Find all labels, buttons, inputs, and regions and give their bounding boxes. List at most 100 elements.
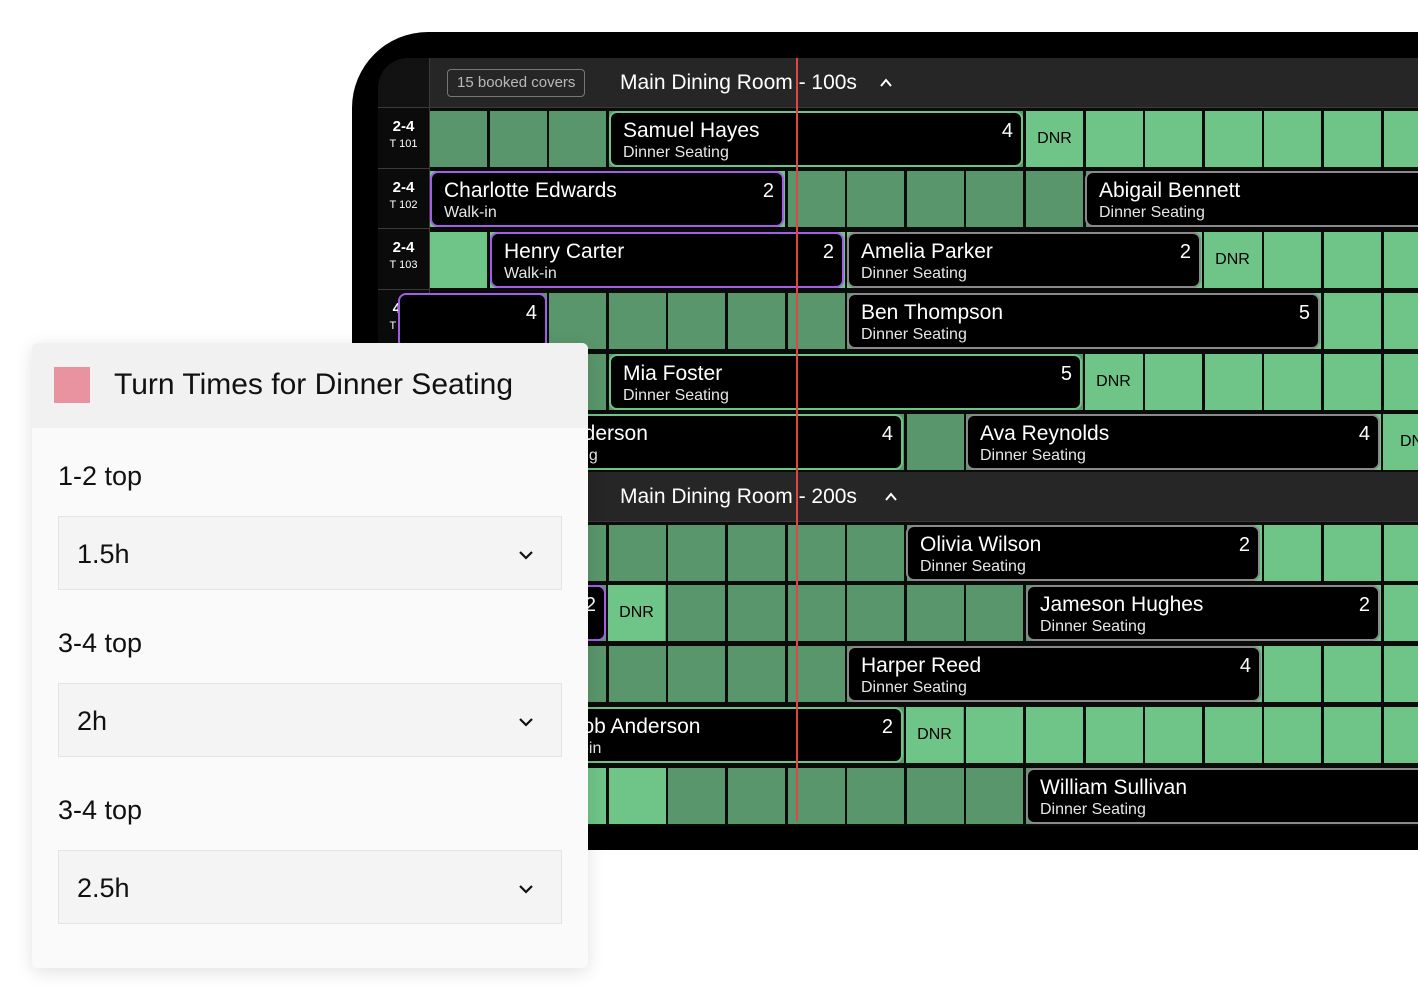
reservation-block[interactable]: Charlotte Edwards Walk-in 2: [430, 171, 784, 228]
time-slot-cell[interactable]: [1264, 353, 1322, 410]
time-slot-cell[interactable]: [1264, 232, 1322, 289]
reservation-block[interactable]: 4: [398, 292, 547, 349]
time-slot-cell[interactable]: [1383, 232, 1418, 289]
time-slot-cell[interactable]: [668, 585, 726, 642]
time-slot-cell[interactable]: [847, 767, 905, 824]
time-slot-cell[interactable]: [1145, 110, 1203, 167]
reservation-block[interactable]: Amelia Parker Dinner Seating 2: [847, 232, 1201, 289]
chevron-down-icon: [519, 718, 533, 727]
time-slot-cell[interactable]: [1204, 706, 1262, 763]
time-slot-cell[interactable]: [608, 646, 666, 703]
time-slot-cell[interactable]: [608, 767, 666, 824]
time-slot-cell[interactable]: [1264, 524, 1322, 581]
time-slot-cell[interactable]: [1383, 524, 1418, 581]
time-slot-cell[interactable]: [668, 767, 726, 824]
time-slot-cell[interactable]: [1383, 646, 1418, 703]
reservation-type: Dinner Seating: [861, 265, 967, 283]
table-size: 2-4: [392, 118, 415, 135]
reservation-block[interactable]: cob Andersonlk-in2: [558, 706, 903, 763]
time-slot-cell[interactable]: [608, 292, 666, 349]
time-slot-cell[interactable]: [1026, 171, 1083, 228]
time-slot-cell[interactable]: [549, 110, 607, 167]
time-slot-cell[interactable]: [1383, 292, 1418, 349]
turn-time-select-1-2-top[interactable]: 1.5h: [58, 516, 562, 590]
reservation-block[interactable]: Harper Reed Dinner Seating 4: [847, 646, 1261, 703]
time-slot-cell[interactable]: [906, 414, 964, 471]
time-slot-cell[interactable]: [1324, 292, 1381, 349]
time-slot-cell[interactable]: [1085, 110, 1143, 167]
dnr-marker[interactable]: DNR: [906, 706, 963, 763]
time-slot-cell[interactable]: [1324, 110, 1381, 167]
turn-time-select-3-4-top-second[interactable]: 2.5h: [58, 850, 562, 924]
time-slot-cell[interactable]: [966, 171, 1024, 228]
time-slot-cell[interactable]: [668, 524, 726, 581]
time-slot-cell[interactable]: [728, 524, 785, 581]
reservation-type: Walk-in: [444, 204, 497, 222]
time-slot-cell[interactable]: [1145, 353, 1203, 410]
time-slot-cell[interactable]: [1204, 110, 1262, 167]
select-value: 2.5h: [77, 873, 130, 903]
time-slot-cell[interactable]: [906, 585, 964, 642]
reservation-block[interactable]: Ava Reynolds Dinner Seating 4: [966, 414, 1380, 471]
time-slot-cell[interactable]: [1383, 353, 1418, 410]
time-slot-cell[interactable]: [549, 292, 607, 349]
section-header-100s[interactable]: 15 booked covers Main Dining Room - 100s: [430, 58, 1418, 108]
time-slot-cell[interactable]: [847, 585, 905, 642]
time-slot-cell[interactable]: [728, 646, 785, 703]
time-slot-cell[interactable]: [489, 110, 547, 167]
reservation-block[interactable]: Abigail Bennett Dinner Seating: [1085, 171, 1418, 228]
time-slot-cell[interactable]: [1324, 232, 1381, 289]
reservation-block[interactable]: ndersonting4: [558, 414, 903, 471]
time-slot-cell[interactable]: [1383, 706, 1418, 763]
time-slot-cell[interactable]: [906, 767, 964, 824]
time-slot-cell[interactable]: [1204, 353, 1262, 410]
turn-times-panel: Turn Times for Dinner Seating 1-2 top 1.…: [32, 343, 588, 968]
reservation-block[interactable]: Henry Carter Walk-in 2: [490, 232, 844, 289]
reservation-block[interactable]: Samuel Hayes Dinner Seating 4: [609, 110, 1023, 167]
reservation-block[interactable]: Jameson Hughes Dinner Seating 2: [1026, 585, 1380, 642]
time-slot-cell[interactable]: [728, 767, 785, 824]
time-slot-cell[interactable]: [1145, 706, 1203, 763]
panel-header: Turn Times for Dinner Seating: [32, 343, 588, 428]
time-slot-cell[interactable]: [430, 232, 487, 289]
dnr-marker[interactable]: DNR: [1204, 232, 1261, 289]
chevron-up-icon[interactable]: [885, 491, 897, 503]
party-size: 2: [1238, 533, 1250, 556]
time-slot-cell[interactable]: [847, 171, 905, 228]
reservation-block[interactable]: Mia Foster Dinner Seating 5: [609, 353, 1082, 410]
time-slot-cell[interactable]: [966, 706, 1024, 763]
time-slot-cell[interactable]: [1085, 706, 1143, 763]
time-slot-cell[interactable]: [608, 524, 666, 581]
time-slot-cell[interactable]: [1324, 646, 1381, 703]
time-slot-cell[interactable]: [728, 585, 785, 642]
time-slot-cell[interactable]: [1324, 524, 1381, 581]
time-slot-cell[interactable]: [668, 292, 726, 349]
dnr-marker[interactable]: DNR: [1085, 353, 1142, 410]
dnr-marker[interactable]: DNR: [608, 585, 665, 642]
time-slot-cell[interactable]: [1026, 706, 1083, 763]
reservation-block[interactable]: Ben Thompson Dinner Seating 5: [847, 292, 1320, 349]
party-size: 5: [1060, 362, 1072, 385]
time-slot-cell[interactable]: [430, 110, 487, 167]
time-slot-cell[interactable]: [1264, 706, 1322, 763]
guest-name: William Sullivan: [1040, 775, 1188, 799]
time-slot-cell[interactable]: [1264, 110, 1322, 167]
time-slot-cell[interactable]: [1264, 646, 1322, 703]
time-slot-cell[interactable]: [966, 767, 1024, 824]
time-slot-cell[interactable]: [1324, 706, 1381, 763]
time-slot-cell[interactable]: [906, 171, 964, 228]
reservation-block[interactable]: Olivia Wilson Dinner Seating 2: [906, 524, 1260, 581]
time-slot-cell[interactable]: [1383, 110, 1418, 167]
dnr-marker[interactable]: DNR: [1026, 110, 1083, 167]
chevron-up-icon[interactable]: [880, 77, 892, 89]
time-slot-cell[interactable]: [728, 292, 785, 349]
time-slot-cell[interactable]: [847, 524, 905, 581]
time-slot-cell[interactable]: [966, 585, 1024, 642]
time-slot-cell[interactable]: [1383, 585, 1418, 642]
time-slot-cell[interactable]: [1324, 353, 1381, 410]
reservation-block[interactable]: William Sullivan Dinner Seating: [1026, 767, 1418, 824]
turn-time-select-3-4-top[interactable]: 2h: [58, 683, 562, 757]
time-slot-cell[interactable]: [668, 646, 726, 703]
dnr-marker[interactable]: DN: [1383, 414, 1418, 471]
reservation-type: Dinner Seating: [980, 447, 1086, 465]
